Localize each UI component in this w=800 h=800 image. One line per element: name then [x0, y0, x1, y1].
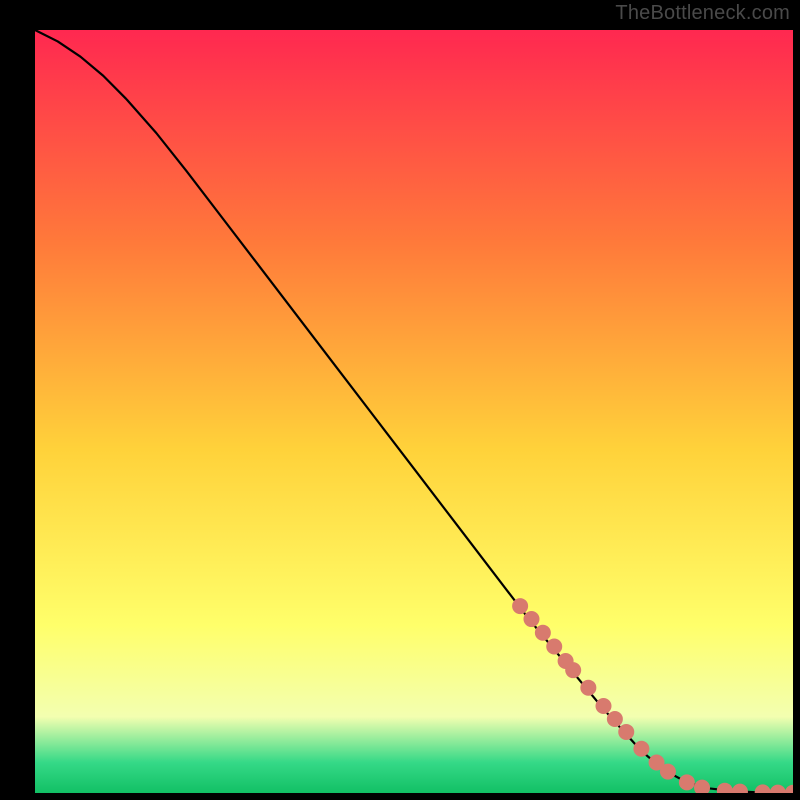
marker-point: [607, 711, 623, 727]
marker-point: [535, 625, 551, 641]
gradient-background: [35, 30, 793, 793]
marker-point: [580, 680, 596, 696]
marker-point: [523, 611, 539, 627]
marker-point: [565, 662, 581, 678]
marker-point: [512, 598, 528, 614]
plot-area: [35, 30, 793, 793]
marker-point: [633, 741, 649, 757]
marker-point: [618, 724, 634, 740]
chart-svg: [35, 30, 793, 793]
marker-point: [546, 639, 562, 655]
watermark-text: TheBottleneck.com: [615, 2, 790, 25]
marker-point: [660, 764, 676, 780]
marker-point: [679, 774, 695, 790]
marker-point: [596, 698, 612, 714]
chart-stage: TheBottleneck.com: [0, 0, 800, 800]
